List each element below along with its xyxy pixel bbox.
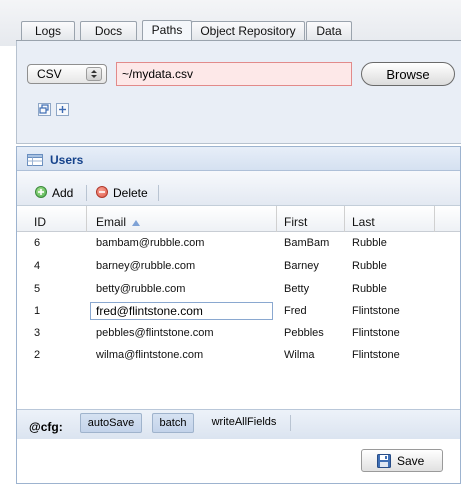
select-stepper-icon xyxy=(86,67,102,81)
table-row[interactable]: 5 betty@rubble.com Betty Rubble xyxy=(17,280,460,302)
cell-last: Flintstone xyxy=(352,305,400,317)
cell-first: Fred xyxy=(284,305,307,317)
save-label: Save xyxy=(397,454,425,468)
cell-email: wilma@flintstone.com xyxy=(96,349,204,361)
cell-last: Flintstone xyxy=(352,349,400,361)
toolbar-separator xyxy=(158,185,159,201)
cell-id: 5 xyxy=(34,283,41,295)
grid-header xyxy=(17,206,460,232)
save-button[interactable]: Save xyxy=(361,449,443,472)
column-divider xyxy=(434,206,435,232)
delete-button[interactable]: Delete xyxy=(93,182,157,202)
autosave-toggle[interactable]: autoSave xyxy=(80,413,142,433)
cell-last: Rubble xyxy=(352,260,387,272)
table-row[interactable]: 6 bambam@rubble.com BamBam Rubble xyxy=(17,234,460,256)
cell-id: 1 xyxy=(34,305,41,317)
sort-ascending-icon xyxy=(132,220,141,226)
type-select-value: CSV xyxy=(37,67,62,81)
cell-id: 6 xyxy=(34,237,41,249)
column-header-id[interactable]: ID xyxy=(34,215,46,229)
email-cell-editor[interactable] xyxy=(90,302,273,320)
table-row[interactable]: 4 barney@rubble.com Barney Rubble xyxy=(17,257,460,279)
users-toolbar xyxy=(17,171,460,206)
delete-icon xyxy=(96,186,108,198)
column-divider xyxy=(344,206,345,232)
users-panel-title: Users xyxy=(50,153,84,167)
cell-email: bambam@rubble.com xyxy=(96,237,205,249)
add-icon xyxy=(35,186,47,198)
cell-last: Flintstone xyxy=(352,327,400,339)
cell-last: Rubble xyxy=(352,237,387,249)
cell-first: Barney xyxy=(284,260,319,272)
cell-email: pebbles@flintstone.com xyxy=(96,327,214,339)
cell-first: Pebbles xyxy=(284,327,324,339)
column-divider xyxy=(86,206,87,232)
tab-paths[interactable]: Paths xyxy=(142,20,192,40)
cell-email: betty@rubble.com xyxy=(96,283,186,295)
tab-object-repository[interactable]: Object Repository xyxy=(191,21,305,40)
cfg-label: @cfg: xyxy=(29,420,63,434)
cell-first: BamBam xyxy=(284,237,330,249)
tab-docs[interactable]: Docs xyxy=(80,21,137,40)
tab-data[interactable]: Data xyxy=(306,21,352,40)
tab-logs[interactable]: Logs xyxy=(21,21,75,40)
cfg-separator xyxy=(290,415,291,431)
paths-panel xyxy=(16,41,461,144)
column-divider xyxy=(276,206,277,232)
browse-button[interactable]: Browse xyxy=(361,62,455,86)
write-all-fields-toggle[interactable]: writeAllFields xyxy=(202,413,286,433)
type-select[interactable]: CSV xyxy=(27,64,107,84)
cell-first: Wilma xyxy=(284,349,315,361)
cell-last: Rubble xyxy=(352,283,387,295)
add-button[interactable]: Add xyxy=(32,182,78,202)
column-header-email-label: Email xyxy=(96,215,127,229)
table-row[interactable]: 3 pebbles@flintstone.com Pebbles Flintst… xyxy=(17,324,460,346)
delete-label: Delete xyxy=(113,186,148,200)
floppy-disk-icon xyxy=(377,454,391,471)
column-header-email[interactable]: Email xyxy=(96,215,141,229)
cell-id: 3 xyxy=(34,327,41,339)
cell-email: barney@rubble.com xyxy=(96,260,196,272)
restore-window-icon[interactable] xyxy=(38,103,51,116)
column-header-first[interactable]: First xyxy=(284,215,307,229)
cell-id: 2 xyxy=(34,349,41,361)
table-row[interactable]: 2 wilma@flintstone.com Wilma Flintstone xyxy=(17,346,460,368)
add-label: Add xyxy=(52,186,74,200)
column-header-last[interactable]: Last xyxy=(352,215,375,229)
table-icon xyxy=(27,154,43,169)
cell-id: 4 xyxy=(34,260,41,272)
users-panel-header xyxy=(17,147,460,171)
toolbar-separator xyxy=(86,185,87,201)
path-input[interactable] xyxy=(116,62,352,86)
batch-toggle[interactable]: batch xyxy=(152,413,194,433)
cell-first: Betty xyxy=(284,283,310,295)
plus-icon[interactable] xyxy=(56,103,69,116)
